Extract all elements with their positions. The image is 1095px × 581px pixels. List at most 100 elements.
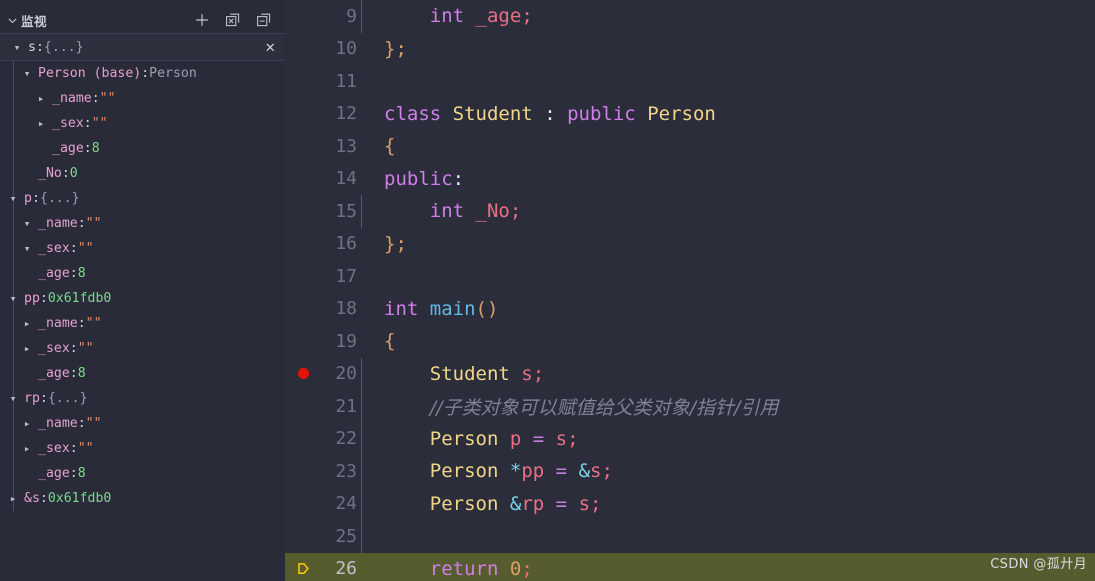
watch-tree-row[interactable]: _No: 0	[0, 161, 285, 186]
chevron-right-icon[interactable]: ▸	[20, 417, 34, 430]
code-line-content[interactable]: //子类对象可以赋值给父类对象/指针/引用	[361, 390, 1095, 423]
watch-tree-row[interactable]: ▾ Person (base): Person	[0, 61, 285, 86]
chevron-down-icon[interactable]: ▾	[6, 292, 20, 305]
remove-all-expressions-icon[interactable]	[224, 11, 242, 29]
code-line[interactable]: 13 {	[285, 130, 1095, 163]
code-line[interactable]: 19 {	[285, 325, 1095, 358]
chevron-down-icon[interactable]	[4, 12, 20, 28]
watch-tree-row[interactable]: ▾ p: {...}	[0, 186, 285, 211]
code-line-content[interactable]: Person p = s;	[361, 422, 1095, 455]
code-line-content[interactable]: Person *pp = &s;	[361, 455, 1095, 488]
line-number: 11	[335, 70, 357, 92]
code-line-content[interactable]: class Student : public Person	[361, 98, 1095, 131]
watch-expression-selected-row[interactable]: ▾ s : {...} ✕	[0, 33, 285, 61]
watch-tree-row[interactable]: ▾ _name: ""	[0, 211, 285, 236]
chevron-right-icon[interactable]: ▸	[20, 317, 34, 330]
code-token-brace: {	[384, 330, 396, 353]
code-line-content[interactable]: int _age;	[361, 0, 1095, 33]
chevron-right-icon[interactable]: ▸	[34, 117, 48, 130]
watch-tree-row[interactable]: ▸ _sex: ""	[0, 111, 285, 136]
code-line[interactable]: 10};	[285, 33, 1095, 66]
code-token-kw: int	[384, 297, 419, 320]
watch-tree-row[interactable]: _age: 8	[0, 261, 285, 286]
code-line-content[interactable]: int main()	[361, 293, 1095, 326]
code-line[interactable]: 12 class Student : public Person	[285, 98, 1095, 131]
watch-tree-row[interactable]: ▸ _sex: ""	[0, 336, 285, 361]
code-line[interactable]: 18 int main()	[285, 293, 1095, 326]
remove-expression-close-icon[interactable]: ✕	[265, 39, 275, 55]
code-line[interactable]: 9 int _age;	[285, 0, 1095, 33]
code-line-content[interactable]: Person &rp = s;	[361, 487, 1095, 520]
watch-tree-row[interactable]: ▾ pp: 0x61fdb0	[0, 286, 285, 311]
line-number: 9	[346, 5, 357, 27]
debug-execution-pointer[interactable]	[285, 561, 321, 576]
gutter-glyph-margin[interactable]	[285, 368, 321, 380]
breakpoint-icon[interactable]	[297, 368, 309, 380]
code-line[interactable]: 25	[285, 520, 1095, 553]
code-line-content[interactable]	[361, 520, 1095, 553]
chevron-down-icon[interactable]: ▾	[20, 217, 34, 230]
watch-panel-header[interactable]: 监视	[0, 8, 285, 32]
add-expression-icon[interactable]	[193, 11, 211, 29]
watch-tree-row[interactable]: ▸ _sex: ""	[0, 436, 285, 461]
watch-variable-name: _name	[38, 216, 78, 231]
code-line[interactable]: 21 //子类对象可以赋值给父类对象/指针/引用	[285, 390, 1095, 423]
chevron-down-icon[interactable]: ▾	[20, 242, 34, 255]
code-line-content[interactable]	[361, 65, 1095, 98]
code-line[interactable]: 11	[285, 65, 1095, 98]
watch-variable-value: Person	[149, 66, 197, 81]
code-line-content[interactable]: int _No;	[361, 195, 1095, 228]
watch-tree-row[interactable]: _age: 8	[0, 361, 285, 386]
watch-variable-value: {...}	[39, 191, 80, 206]
chevron-right-icon[interactable]: ▸	[20, 442, 34, 455]
chevron-right-icon[interactable]: ▸	[6, 492, 20, 505]
code-line[interactable]: 16};	[285, 228, 1095, 261]
chevron-down-icon[interactable]: ▾	[6, 392, 20, 405]
code-line-content[interactable]: public:	[361, 163, 1095, 196]
chevron-right-icon[interactable]: ▸	[20, 342, 34, 355]
watch-variable-value: ""	[99, 91, 116, 106]
code-line-content[interactable]: return 0;	[361, 553, 1095, 581]
code-line[interactable]: 24 Person &rp = s;	[285, 487, 1095, 520]
code-line-content[interactable]: };	[361, 33, 1095, 66]
code-line-current[interactable]: 26 return 0;	[285, 552, 1095, 581]
watch-tree-row[interactable]: _age: 8	[0, 136, 285, 161]
code-tokens: Student s;	[384, 363, 544, 385]
watch-tree-row[interactable]: ▸ &s: 0x61fdb0	[0, 486, 285, 511]
collapse-all-icon[interactable]	[255, 11, 273, 29]
code-line-content[interactable]: };	[361, 228, 1095, 261]
chevron-down-icon[interactable]: ▾	[20, 67, 34, 80]
watch-tree-row[interactable]: ▾ rp: {...}	[0, 386, 285, 411]
watch-tree-row[interactable]: ▸ _name: ""	[0, 86, 285, 111]
watch-tree-row[interactable]: ▸ _name: ""	[0, 411, 285, 436]
chevron-down-icon[interactable]: ▾	[6, 192, 20, 205]
code-line[interactable]: 14 public:	[285, 163, 1095, 196]
watch-tree-row[interactable]: ▾ _sex: ""	[0, 236, 285, 261]
code-line[interactable]: 17	[285, 260, 1095, 293]
watch-tree-row[interactable]: ▸ _name: ""	[0, 311, 285, 336]
code-line-content[interactable]: {	[361, 130, 1095, 163]
chevron-down-icon[interactable]: ▾	[10, 41, 24, 54]
code-token-type: Student	[429, 362, 510, 385]
watch-tree-row[interactable]: _age: 8	[0, 461, 285, 486]
code-line[interactable]: 22 Person p = s;	[285, 422, 1095, 455]
code-line-content[interactable]	[361, 260, 1095, 293]
code-editor[interactable]: 9 int _age; 10}; 11 12 class Student : publi…	[285, 0, 1095, 581]
code-line[interactable]: 23 Person *pp = &s;	[285, 455, 1095, 488]
code-line[interactable]: 20 Student s;	[285, 357, 1095, 390]
code-token-plain: :	[452, 167, 465, 190]
code-line[interactable]: 15 int _No;	[285, 195, 1095, 228]
code-token-amp: &	[509, 492, 522, 515]
code-line-content[interactable]: {	[361, 325, 1095, 358]
chevron-right-icon[interactable]: ▸	[34, 92, 48, 105]
code-line-content[interactable]: Student s;	[361, 357, 1095, 390]
indent-guide	[361, 390, 362, 423]
watch-variable-name: _name	[38, 316, 78, 331]
